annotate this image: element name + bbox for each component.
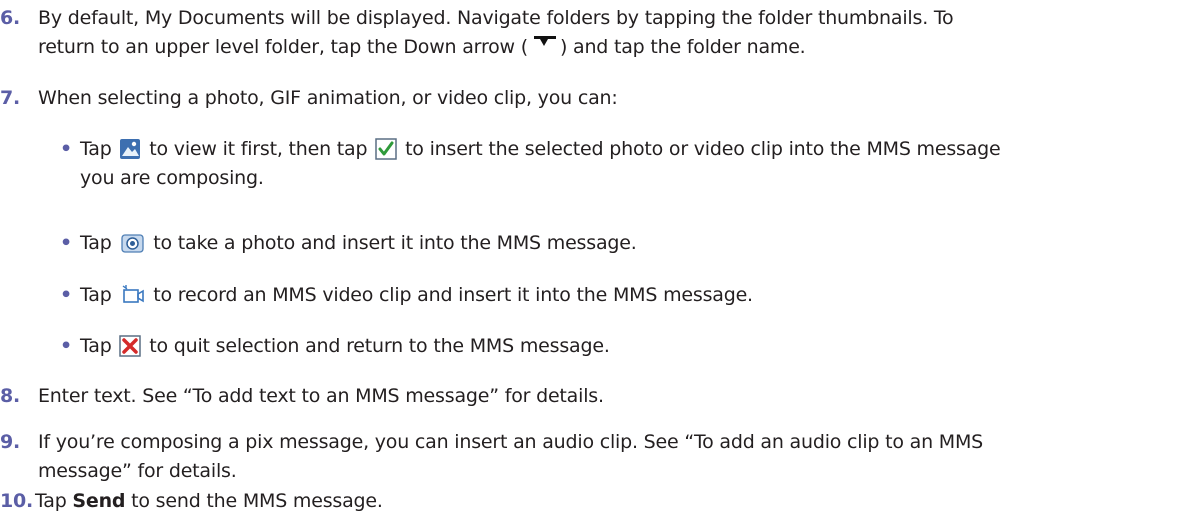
checkmark-icon [375, 138, 397, 160]
video-camera-icon [123, 285, 145, 303]
bullet-dot: • [60, 284, 72, 306]
send-label: Send [72, 490, 126, 512]
close-icon [119, 335, 142, 357]
bullet-dot: • [60, 232, 72, 254]
bullet-dot: • [60, 335, 72, 357]
view-photo-icon [120, 139, 141, 159]
document-page: 6. By default, My Documents will be disp… [0, 0, 1194, 519]
step-number: 7. [0, 87, 21, 109]
down-arrow-icon [533, 36, 556, 46]
step-9-line-2: message” for details. [38, 460, 237, 482]
step-9-line-1: If you’re composing a pix message, you c… [38, 431, 984, 453]
step-number: 8. [0, 385, 21, 407]
step-8-text: Enter text. See “To add text to an MMS m… [38, 385, 604, 407]
step-6-line-1: By default, My Documents will be display… [38, 7, 954, 29]
bullet-dot: • [60, 138, 72, 160]
camera-icon [121, 234, 145, 253]
step-number: 9. [0, 431, 21, 453]
step-number: 6. [0, 7, 21, 29]
step-number: 10. [0, 490, 34, 512]
step-6-line-2: return to an upper level folder, tap the… [38, 33, 1178, 62]
step-7-text: When selecting a photo, GIF animation, o… [38, 87, 618, 109]
step-10-text: Tap Send to send the MMS message. [35, 490, 383, 512]
